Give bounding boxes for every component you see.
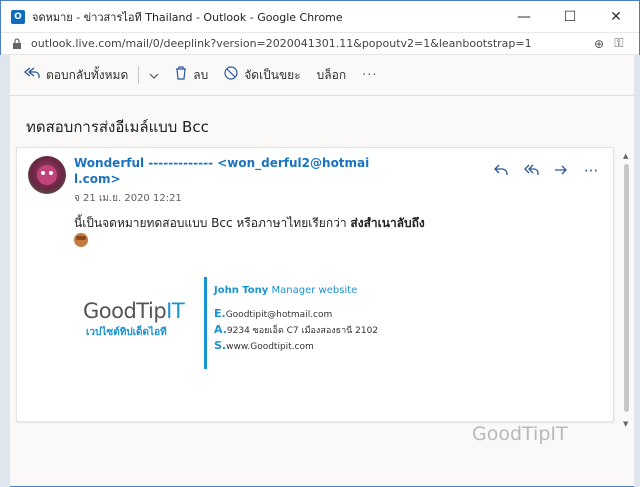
- signature-divider: [204, 277, 207, 369]
- trash-icon: [175, 66, 187, 84]
- reply-all-icon: [23, 67, 40, 83]
- block-label: บล็อก: [316, 67, 347, 82]
- goodtipit-logo: GoodTipIT: [83, 299, 185, 323]
- close-button[interactable]: ✕: [593, 1, 639, 33]
- junk-label: จัดเป็นขยะ: [244, 67, 301, 82]
- more-icon[interactable]: ···: [583, 162, 599, 180]
- signature-person: John Tony: [214, 285, 269, 296]
- address-label: A.: [214, 323, 227, 336]
- signature-name: John Tony Manager website: [214, 285, 357, 296]
- message-date: จ 21 เม.ย. 2020 12:21: [74, 193, 182, 204]
- junk-button[interactable]: จัดเป็นขยะ: [224, 66, 301, 85]
- reply-icon[interactable]: [493, 162, 509, 180]
- avatar-eye: [49, 171, 53, 175]
- watermark: GoodTipIT: [472, 423, 568, 445]
- title-bar: O จดหมาย - ข่าวสารไอที Thailand - Outloo…: [1, 1, 639, 33]
- key-icon[interactable]: ⚿: [609, 36, 629, 51]
- sender[interactable]: Wonderful ------------- <won_derful2@hot…: [74, 155, 374, 187]
- signature-site[interactable]: S.www.Goodtipit.com: [214, 339, 314, 352]
- email-signature: GoodTipIT เวปไซต์ทิปเด็ดไอที John Tony M…: [83, 277, 383, 369]
- scroll-thumb[interactable]: [624, 164, 629, 412]
- more-actions-button[interactable]: ···: [362, 68, 377, 83]
- delete-button[interactable]: ลบ: [175, 66, 208, 85]
- message-body: นี้เป็นจดหมายทดสอบแบบ Bcc หรือภาษาไทยเรี…: [74, 214, 425, 233]
- avatar-face: [37, 165, 57, 185]
- reading-pane-scrollbar[interactable]: ▲ ▼: [623, 152, 630, 428]
- signature-tagline: เวปไซต์ทิปเด็ดไอที: [86, 327, 167, 338]
- scroll-down-icon[interactable]: ▼: [623, 420, 628, 428]
- signature-address: A.9234 ซอยเอ็ด C7 เมืองสองธานี 2102: [214, 323, 378, 337]
- maximize-button[interactable]: ☐: [547, 1, 593, 33]
- block-circle-icon: [224, 66, 238, 84]
- delete-label: ลบ: [193, 67, 209, 82]
- background-edge: [634, 55, 640, 487]
- scroll-up-icon[interactable]: ▲: [623, 152, 628, 160]
- address-bar[interactable]: outlook.live.com/mail/0/deeplink?version…: [1, 33, 639, 55]
- message-actions: ···: [493, 162, 599, 180]
- toolbar-divider: [138, 66, 140, 84]
- reading-pane: ตอบกลับทั้งหมด ลบ จัดเป็นขยะ บล็อก ··· ท…: [10, 55, 634, 486]
- message-subject: ทดสอบการส่งอีเมล์แบบ Bcc: [26, 118, 209, 136]
- address-value: 9234 ซอยเอ็ด C7 เมืองสองธานี 2102: [226, 326, 379, 336]
- site-label: S.: [214, 339, 227, 352]
- email-label: E.: [214, 307, 226, 320]
- logo-it-text: IT: [166, 299, 185, 323]
- sender-line-2: l.com>: [74, 172, 121, 186]
- signature-role: Manager website: [271, 285, 358, 296]
- block-button[interactable]: บล็อก: [317, 66, 346, 85]
- lock-icon: [11, 37, 23, 50]
- logo-good-text: GoodTip: [83, 299, 167, 323]
- body-text-normal: นี้เป็นจดหมายทดสอบแบบ Bcc หรือภาษาไทยเรี…: [74, 216, 351, 230]
- outlook-app-icon: O: [11, 9, 25, 24]
- minimize-button[interactable]: —: [501, 1, 547, 33]
- site-value: www.Goodtipit.com: [226, 342, 314, 352]
- background-mail-list: [0, 55, 10, 487]
- forward-icon[interactable]: [553, 162, 569, 180]
- url-text[interactable]: outlook.live.com/mail/0/deeplink?version…: [31, 37, 589, 50]
- avatar[interactable]: [28, 156, 66, 194]
- sender-line-1: Wonderful ------------- <won_derful2@hot…: [74, 156, 370, 170]
- chevron-down-icon[interactable]: [149, 67, 159, 83]
- avatar-eye: [41, 171, 45, 175]
- message-card: Wonderful ------------- <won_derful2@hot…: [16, 147, 614, 422]
- window-title: จดหมาย - ข่าวสารไอที Thailand - Outlook …: [32, 10, 343, 24]
- signature-email[interactable]: E.Goodtipit@hotmail.com: [214, 307, 332, 320]
- reply-all-icon[interactable]: [523, 162, 539, 180]
- reply-all-label: ตอบกลับทั้งหมด: [46, 67, 129, 82]
- email-value: Goodtipit@hotmail.com: [225, 310, 333, 320]
- reply-all-button[interactable]: ตอบกลับทั้งหมด: [23, 66, 129, 85]
- monkey-emoji-icon: [74, 233, 88, 247]
- message-toolbar: ตอบกลับทั้งหมด ลบ จัดเป็นขยะ บล็อก ···: [10, 55, 634, 95]
- body-text-bold: ส่งสำเนาลับถึง: [350, 216, 425, 230]
- zoom-icon[interactable]: ⊕: [589, 37, 609, 51]
